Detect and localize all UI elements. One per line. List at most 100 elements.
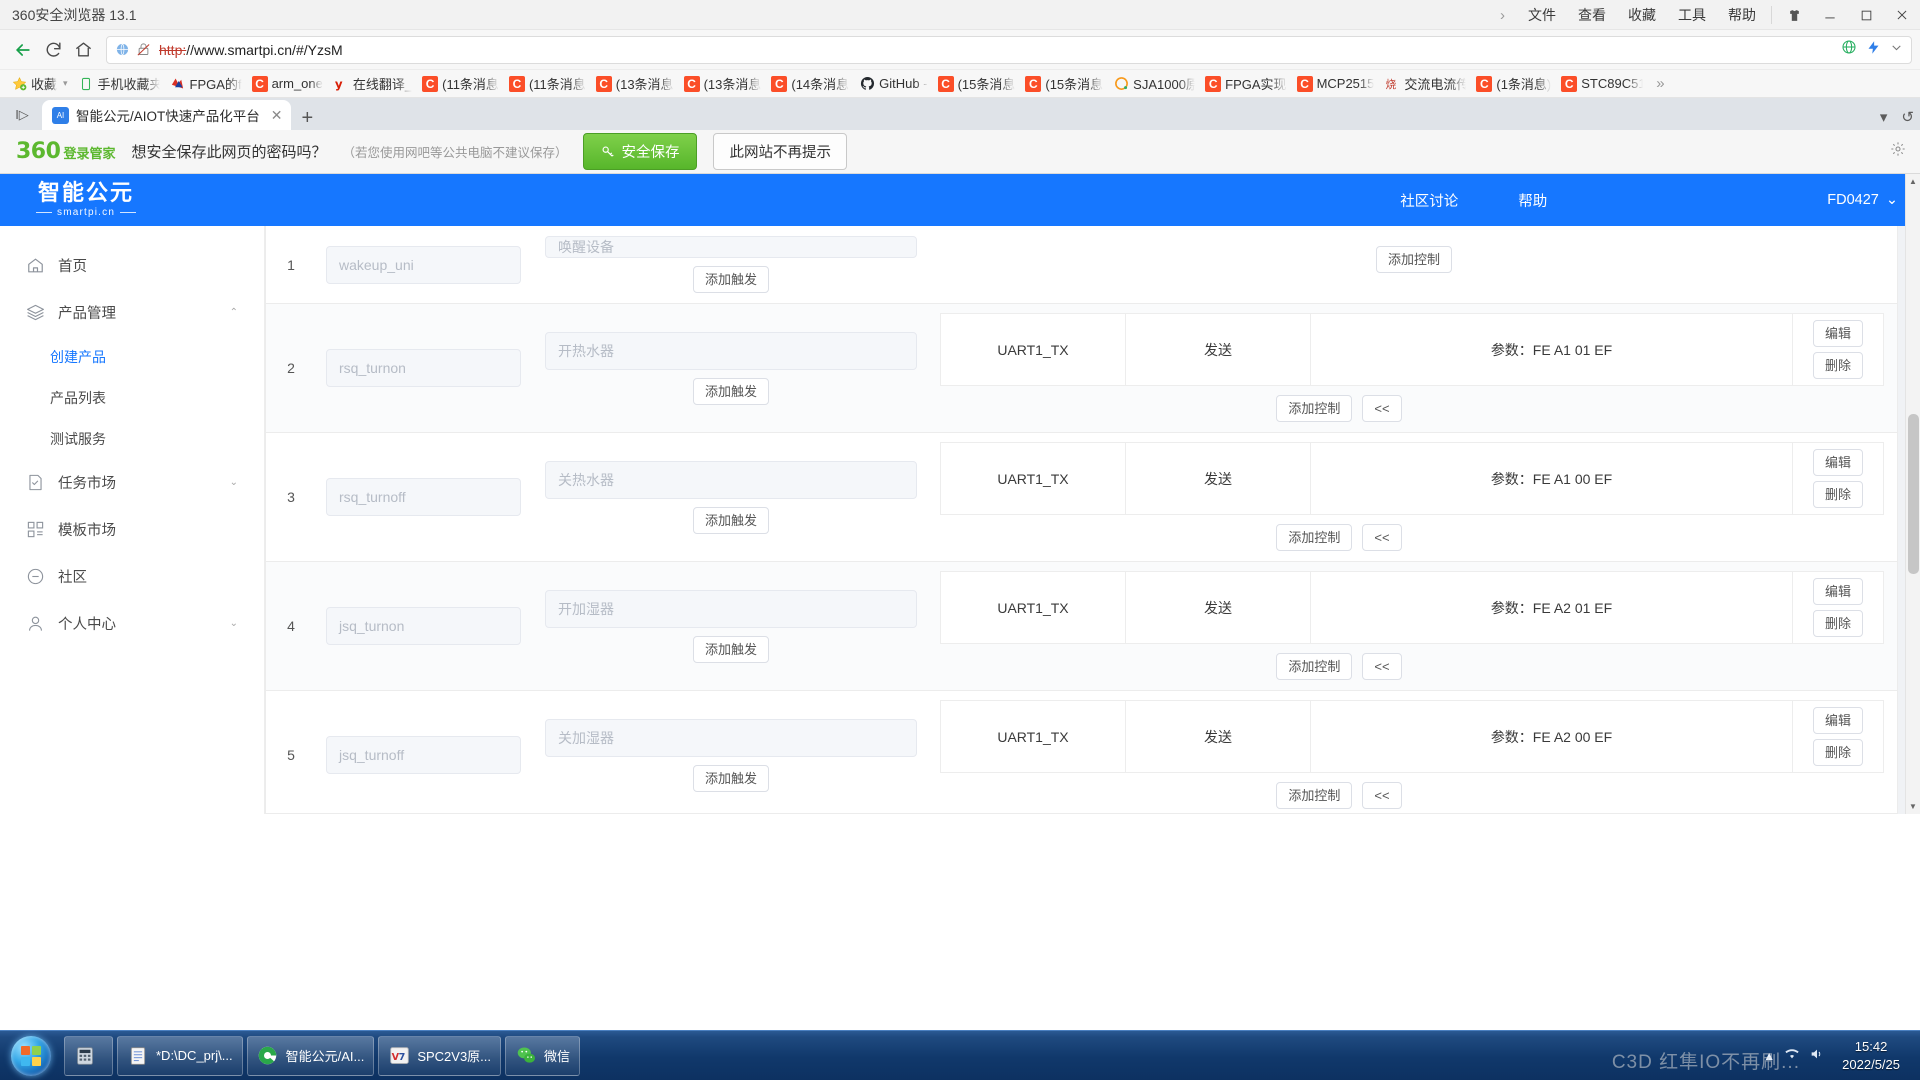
command-desc-input[interactable]: 唤醒设备	[545, 236, 917, 258]
page-scrollbar[interactable]: ▲ ▼	[1905, 174, 1920, 814]
command-desc-input[interactable]: 关热水器	[545, 460, 917, 499]
back-icon[interactable]	[8, 35, 38, 65]
user-menu[interactable]: FD0427 ⌄	[1827, 192, 1898, 208]
command-name-input[interactable]: jsq_turnon	[326, 607, 521, 645]
sidebar-item-product-management[interactable]: 产品管理 ⌃	[0, 289, 264, 336]
bookmark-csdn-8[interactable]: C FPGA实现	[1200, 72, 1291, 95]
bookmark-csdn-1[interactable]: C (11条消息	[417, 72, 504, 95]
chevron-down-icon[interactable]	[1890, 41, 1903, 59]
edit-button[interactable]: 编辑	[1812, 320, 1863, 347]
sidebar-item-home[interactable]: 首页	[0, 242, 264, 289]
bookmark-ac-current[interactable]: 烧 交流电流传	[1379, 72, 1471, 95]
delete-button[interactable]: 删除	[1812, 352, 1863, 379]
chevron-down-icon[interactable]: ▾	[63, 78, 68, 89]
forward-reload-icon[interactable]	[38, 35, 68, 65]
site-logo[interactable]: 智能公元 smartpi.cn	[36, 182, 136, 219]
taskbar-clock[interactable]: 15:42 2022/5/25	[1834, 1038, 1908, 1073]
bookmark-csdn-2[interactable]: C (11条消息	[504, 72, 591, 95]
sidebar-item-create-product[interactable]: 创建产品	[0, 336, 264, 377]
bookmark-csdn-7[interactable]: C (15条消息	[1020, 72, 1108, 95]
sidebar-item-test-service[interactable]: 测试服务	[0, 418, 264, 459]
add-trigger-button[interactable]: 添加触发	[692, 764, 769, 792]
bookmarks-overflow-icon[interactable]: »	[1652, 75, 1668, 92]
command-name-input[interactable]: wakeup_uni	[326, 245, 521, 284]
bookmark-sja1000[interactable]: SJA1000原	[1108, 72, 1200, 95]
command-name-input[interactable]: jsq_turnoff	[326, 736, 521, 774]
tray-volume-icon[interactable]	[1809, 1046, 1825, 1065]
menu-favorites[interactable]: 收藏	[1617, 0, 1667, 30]
delete-button[interactable]: 删除	[1812, 610, 1863, 637]
command-desc-input[interactable]: 关加湿器	[545, 718, 917, 757]
scroll-up-arrow-icon[interactable]: ▲	[1906, 174, 1920, 189]
address-bar[interactable]: http://www.smartpi.cn/#/YzsM	[106, 35, 1912, 64]
sidebar-item-template-market[interactable]: 模板市场	[0, 506, 264, 553]
tray-network-icon[interactable]	[1784, 1046, 1800, 1065]
command-desc-input[interactable]: 开加湿器	[545, 589, 917, 628]
scrollbar-thumb[interactable]	[1908, 414, 1919, 574]
translate-icon[interactable]	[1841, 39, 1857, 60]
collapse-button[interactable]: <<	[1362, 524, 1402, 551]
bookmark-translate[interactable]: y 在线翻译_	[328, 72, 417, 95]
add-trigger-button[interactable]: 添加触发	[692, 635, 769, 663]
collapse-button[interactable]: <<	[1362, 782, 1402, 809]
bookmark-csdn-6[interactable]: C (15条消息	[933, 72, 1021, 95]
add-control-button[interactable]: 添加控制	[1276, 395, 1353, 422]
tab-list-icon[interactable]: ▾	[1880, 108, 1888, 126]
sidebar-item-product-list[interactable]: 产品列表	[0, 377, 264, 418]
sidebar-item-personal-center[interactable]: 个人中心 ⌄	[0, 600, 264, 647]
bookmark-csdn-9[interactable]: C MCP2515	[1292, 74, 1380, 94]
taskbar-item-altium[interactable]: V7 SPC2V3原...	[378, 1035, 502, 1076]
edit-button[interactable]: 编辑	[1812, 578, 1863, 605]
bookmark-csdn-5[interactable]: C (14条消息	[766, 72, 854, 95]
close-button[interactable]	[1884, 0, 1920, 30]
bookmark-github[interactable]: GitHub -	[854, 74, 932, 94]
add-trigger-button[interactable]: 添加触发	[692, 266, 769, 293]
nav-help[interactable]: 帮助	[1518, 190, 1547, 211]
collapse-button[interactable]: <<	[1362, 395, 1402, 422]
start-button[interactable]	[0, 1031, 62, 1080]
bookmark-fpga[interactable]: FPGA的f	[165, 72, 247, 95]
tab-smartpi[interactable]: AI 智能公元/AIOT快速产品化平台 ✕	[42, 100, 291, 130]
nav-community-discussion[interactable]: 社区讨论	[1400, 190, 1458, 211]
menu-help[interactable]: 帮助	[1717, 0, 1767, 30]
delete-button[interactable]: 删除	[1812, 481, 1863, 508]
add-control-button[interactable]: 添加控制	[1276, 653, 1353, 680]
maximize-button[interactable]	[1848, 0, 1884, 30]
taskbar-item-notepad[interactable]: *D:\DC_prj\...	[117, 1035, 243, 1076]
chevron-right-icon[interactable]: ›	[1488, 7, 1517, 24]
tab-close-icon[interactable]: ✕	[271, 107, 283, 124]
bookmark-favorites[interactable]: 收藏 ▾	[6, 72, 73, 95]
add-trigger-button[interactable]: 添加触发	[692, 377, 769, 405]
tray-expand-icon[interactable]: ▲	[1763, 1049, 1775, 1063]
home-icon[interactable]	[68, 35, 98, 65]
edit-button[interactable]: 编辑	[1812, 449, 1863, 476]
scroll-down-arrow-icon[interactable]: ▼	[1906, 799, 1920, 814]
taskbar-item-calculator[interactable]	[64, 1035, 113, 1076]
menu-file[interactable]: 文件	[1517, 0, 1567, 30]
add-control-button[interactable]: 添加控制	[1375, 246, 1452, 273]
sidebar-item-community[interactable]: 社区	[0, 553, 264, 600]
menu-view[interactable]: 查看	[1567, 0, 1617, 30]
add-trigger-button[interactable]: 添加触发	[692, 506, 769, 534]
menu-tools[interactable]: 工具	[1667, 0, 1717, 30]
bookmark-phone-favorites[interactable]: 手机收藏夹	[73, 72, 165, 95]
edit-button[interactable]: 编辑	[1812, 707, 1863, 734]
bookmark-csdn-3[interactable]: C (13条消息	[591, 72, 679, 95]
skin-shirt-icon[interactable]	[1776, 0, 1812, 30]
sidebar-item-task-market[interactable]: 任务市场 ⌄	[0, 459, 264, 506]
command-desc-input[interactable]: 开热水器	[545, 331, 917, 370]
bookmark-stc89c51[interactable]: C STC89C51	[1556, 74, 1648, 94]
speed-bolt-icon[interactable]	[1866, 40, 1881, 60]
bookmark-csdn-4[interactable]: C (13条消息	[679, 72, 767, 95]
bookmark-csdn-10[interactable]: C (1条消息)	[1471, 72, 1556, 95]
command-name-input[interactable]: rsq_turnoff	[326, 478, 521, 516]
gear-icon[interactable]	[1890, 141, 1906, 162]
never-save-button[interactable]: 此网站不再提示	[713, 133, 847, 170]
sidebar-toggle-icon[interactable]: I▷	[6, 100, 38, 130]
collapse-button[interactable]: <<	[1362, 653, 1402, 680]
taskbar-item-browser[interactable]: 智能公元/AI...	[246, 1035, 375, 1076]
restore-tab-icon[interactable]: ↺	[1901, 108, 1914, 126]
bookmark-arm-one[interactable]: C arm_one	[247, 74, 328, 94]
minimize-button[interactable]	[1812, 0, 1848, 30]
add-control-button[interactable]: 添加控制	[1276, 782, 1353, 809]
